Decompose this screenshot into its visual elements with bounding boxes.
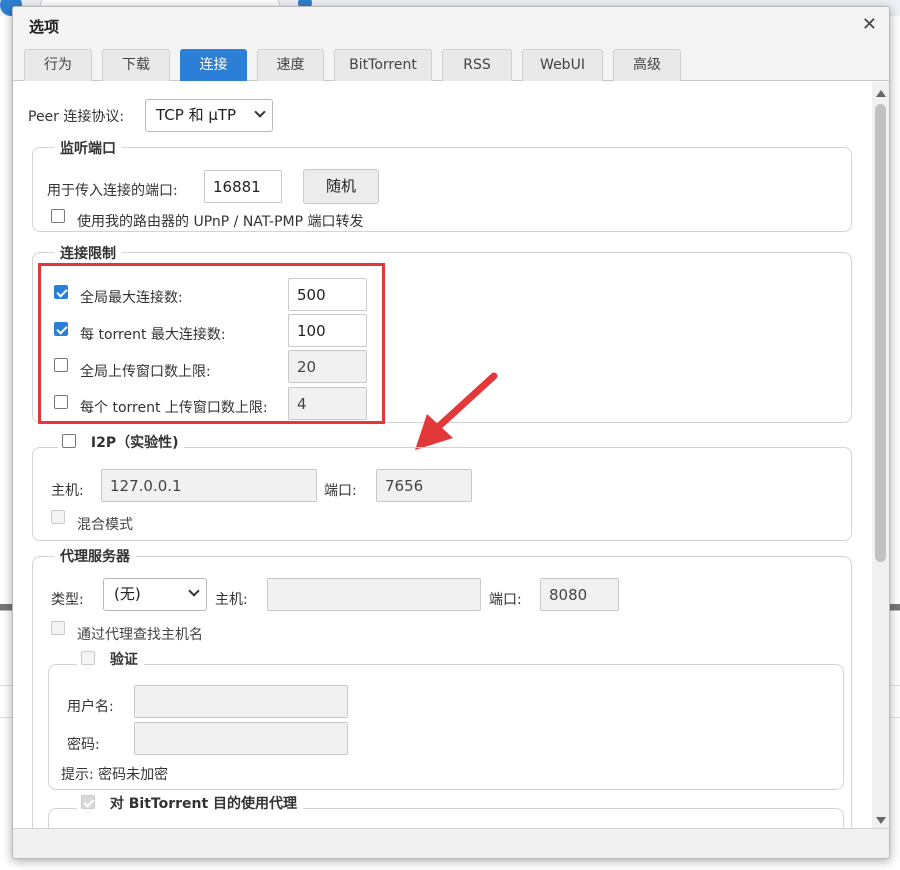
peer-protocol-select[interactable]: TCP 和 μTP xyxy=(145,99,273,132)
tab-connection[interactable]: 连接 xyxy=(180,49,247,81)
proxy-auth-legend: 验证 xyxy=(77,649,144,669)
close-icon[interactable]: ✕ xyxy=(862,14,877,35)
random-port-button[interactable]: 随机 xyxy=(303,169,379,204)
annotation-arrow-icon xyxy=(415,372,498,450)
tab-downloads[interactable]: 下载 xyxy=(102,49,170,81)
i2p-checkbox[interactable] xyxy=(62,434,76,448)
dialog-title: 选项 xyxy=(29,18,60,36)
proxy-hostname-lookup-label: 通过代理查找主机名 xyxy=(77,627,203,643)
proxy-host-label: 主机: xyxy=(215,592,248,608)
proxy-bittorrent-legend-label: 对 BitTorrent 目的使用代理 xyxy=(109,796,298,812)
proxy-bittorrent-legend: 对 BitTorrent 目的使用代理 xyxy=(77,793,304,813)
i2p-host-label: 主机: xyxy=(51,483,84,499)
scrollbar-thumb[interactable] xyxy=(875,104,886,562)
i2p-port-input[interactable] xyxy=(376,469,472,502)
proxy-type-select[interactable]: (无) xyxy=(103,578,207,611)
upnp-checkbox[interactable] xyxy=(51,209,65,223)
i2p-mixed-mode-label: 混合模式 xyxy=(77,517,133,533)
options-dialog: 选项 ✕ 行为 下载 连接 速度 BitTorrent RSS WebUI 高级… xyxy=(12,6,890,859)
proxy-host-input[interactable] xyxy=(267,578,481,611)
i2p-host-input[interactable] xyxy=(101,469,317,502)
incoming-port-label: 用于传入连接的端口: xyxy=(47,183,178,199)
tab-behavior[interactable]: 行为 xyxy=(24,49,92,81)
proxy-hostname-lookup-checkbox[interactable] xyxy=(51,621,65,635)
listening-port-legend: 监听端口 xyxy=(54,138,122,158)
chevron-down-icon xyxy=(188,585,200,597)
proxy-bittorrent-checkbox[interactable] xyxy=(81,795,95,809)
options-tabs: 行为 下载 连接 速度 BitTorrent RSS WebUI 高级 xyxy=(13,43,889,81)
scroll-up-icon[interactable] xyxy=(876,90,886,97)
i2p-legend-label: I2P（实验性) xyxy=(90,435,179,451)
peer-protocol-label: Peer 连接协议: xyxy=(28,109,125,125)
proxy-auth-checkbox[interactable] xyxy=(81,651,95,665)
tab-bittorrent[interactable]: BitTorrent xyxy=(334,49,432,81)
i2p-mixed-mode-checkbox[interactable] xyxy=(51,510,65,524)
proxy-username-label: 用户名: xyxy=(67,699,114,715)
tab-webui[interactable]: WebUI xyxy=(522,49,603,81)
i2p-legend: I2P（实验性) xyxy=(58,432,185,452)
dialog-titlebar: 选项 ✕ xyxy=(13,7,889,43)
proxy-port-label: 端口: xyxy=(489,592,522,608)
i2p-port-label: 端口: xyxy=(324,483,357,499)
proxy-legend: 代理服务器 xyxy=(54,546,136,566)
tab-speed[interactable]: 速度 xyxy=(257,49,324,81)
peer-protocol-value: TCP 和 μTP xyxy=(156,106,237,124)
proxy-type-label: 类型: xyxy=(51,592,84,608)
tab-advanced[interactable]: 高级 xyxy=(613,49,681,81)
upnp-label: 使用我的路由器的 UPnP / NAT-PMP 端口转发 xyxy=(77,214,364,230)
scroll-down-icon[interactable] xyxy=(876,817,886,824)
proxy-username-input[interactable] xyxy=(134,685,348,718)
proxy-type-value: (无) xyxy=(114,585,141,603)
proxy-password-label: 密码: xyxy=(67,737,100,753)
proxy-auth-legend-label: 验证 xyxy=(109,652,138,668)
connection-settings-panel: Peer 连接协议: TCP 和 μTP 监听端口 用于传入连接的端口: 随机 … xyxy=(13,82,873,830)
content-scrollbar[interactable] xyxy=(872,82,889,830)
proxy-password-input[interactable] xyxy=(134,722,348,755)
tab-rss[interactable]: RSS xyxy=(442,49,512,81)
chevron-down-icon xyxy=(254,106,266,118)
annotation-highlight-box xyxy=(38,263,385,424)
proxy-port-input[interactable] xyxy=(540,578,619,611)
proxy-password-hint: 提示: 密码未加密 xyxy=(61,767,169,783)
incoming-port-input[interactable] xyxy=(204,170,282,203)
dialog-footer xyxy=(13,828,889,858)
connection-limits-legend: 连接限制 xyxy=(54,243,122,263)
